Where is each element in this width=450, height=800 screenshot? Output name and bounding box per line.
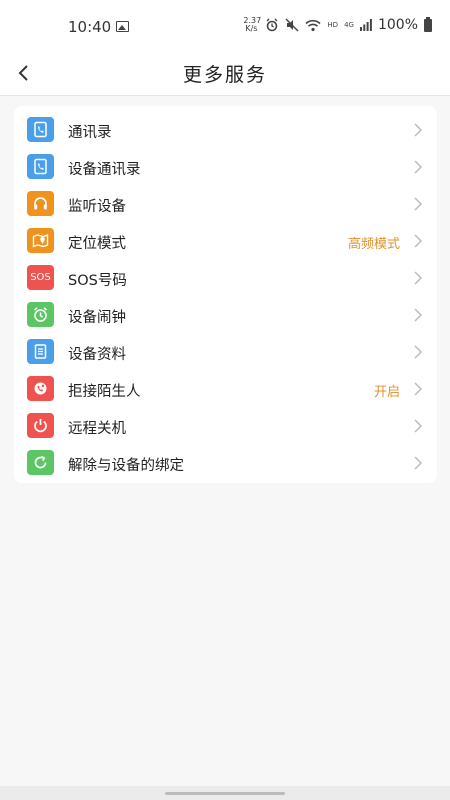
menu-item-label: 远程关机 <box>68 421 126 437</box>
menu-item-label: 监听设备 <box>68 199 126 215</box>
menu-item-remote-shutdown[interactable]: 远程关机 <box>14 407 437 444</box>
power-icon <box>27 413 54 438</box>
menu-item-location-mode[interactable]: 定位模式 高频模式 <box>14 222 437 259</box>
menu-item-monitor-device[interactable]: 监听设备 <box>14 185 437 222</box>
menu-item-contacts[interactable]: 通讯录 <box>14 111 437 148</box>
menu-item-label: 设备通讯录 <box>68 162 141 178</box>
menu-item-label: 定位模式 <box>68 236 126 252</box>
battery-percent: 100% <box>377 17 418 33</box>
menu-item-device-info[interactable]: 设备资料 <box>14 333 437 370</box>
location-map-icon <box>27 228 54 253</box>
hd-indicator: HD <box>327 21 339 29</box>
menu-item-label: 设备闹钟 <box>68 310 126 326</box>
chevron-right-icon <box>414 271 423 285</box>
chevron-right-icon <box>414 456 423 470</box>
menu-item-device-alarm[interactable]: 设备闹钟 <box>14 296 437 333</box>
menu-item-label: SOS号码 <box>68 273 127 289</box>
chevron-right-icon <box>414 197 423 211</box>
unbind-refresh-icon <box>27 450 54 475</box>
menu-item-sos-number[interactable]: SOS SOS号码 <box>14 259 437 296</box>
battery-icon <box>424 16 432 32</box>
chevron-right-icon <box>414 123 423 137</box>
navigation-bar: 更多服务 <box>0 50 450 96</box>
sos-icon: SOS <box>27 265 54 290</box>
menu-item-device-contacts[interactable]: 设备通讯录 <box>14 148 437 185</box>
menu-item-value: 开启 <box>373 385 400 400</box>
status-bar: 10:40 2.37 K/s HD 4G 100% <box>0 0 450 50</box>
status-time: 10:40 <box>68 18 112 36</box>
alarm-status-icon <box>266 18 278 32</box>
menu-item-label: 设备资料 <box>68 347 126 363</box>
chevron-right-icon <box>414 234 423 248</box>
menu-item-reject-strangers[interactable]: 拒接陌生人 开启 <box>14 370 437 407</box>
menu-item-unbind-device[interactable]: 解除与设备的绑定 <box>14 444 437 481</box>
signal-icon <box>359 19 372 31</box>
menu-item-label: 拒接陌生人 <box>68 384 141 400</box>
device-contacts-icon <box>27 154 54 179</box>
mute-icon <box>285 18 299 32</box>
network-speed: 2.37 K/s <box>243 16 262 33</box>
chevron-right-icon <box>414 345 423 359</box>
page-title: 更多服务 <box>182 64 267 86</box>
home-indicator[interactable] <box>165 792 285 795</box>
chevron-right-icon <box>414 419 423 433</box>
services-menu: 通讯录 设备通讯录 监听设备 定位模式 高频模式 SOS SOS号码 设备闹钟 … <box>14 106 437 483</box>
chevron-right-icon <box>414 308 423 322</box>
chevron-right-icon <box>414 160 423 174</box>
network-type: 4G <box>344 21 354 29</box>
reject-call-icon <box>27 376 54 401</box>
image-notification-icon <box>116 21 129 32</box>
document-icon <box>27 339 54 364</box>
alarm-clock-icon <box>27 302 54 327</box>
menu-item-label: 解除与设备的绑定 <box>68 458 184 474</box>
menu-item-value: 高频模式 <box>347 237 400 252</box>
wifi-icon <box>305 19 321 31</box>
chevron-right-icon <box>414 382 423 396</box>
status-icons: 2.37 K/s HD 4G 100% <box>243 16 432 33</box>
headphones-icon <box>27 191 54 216</box>
contacts-icon <box>27 117 54 142</box>
menu-item-label: 通讯录 <box>68 125 112 141</box>
